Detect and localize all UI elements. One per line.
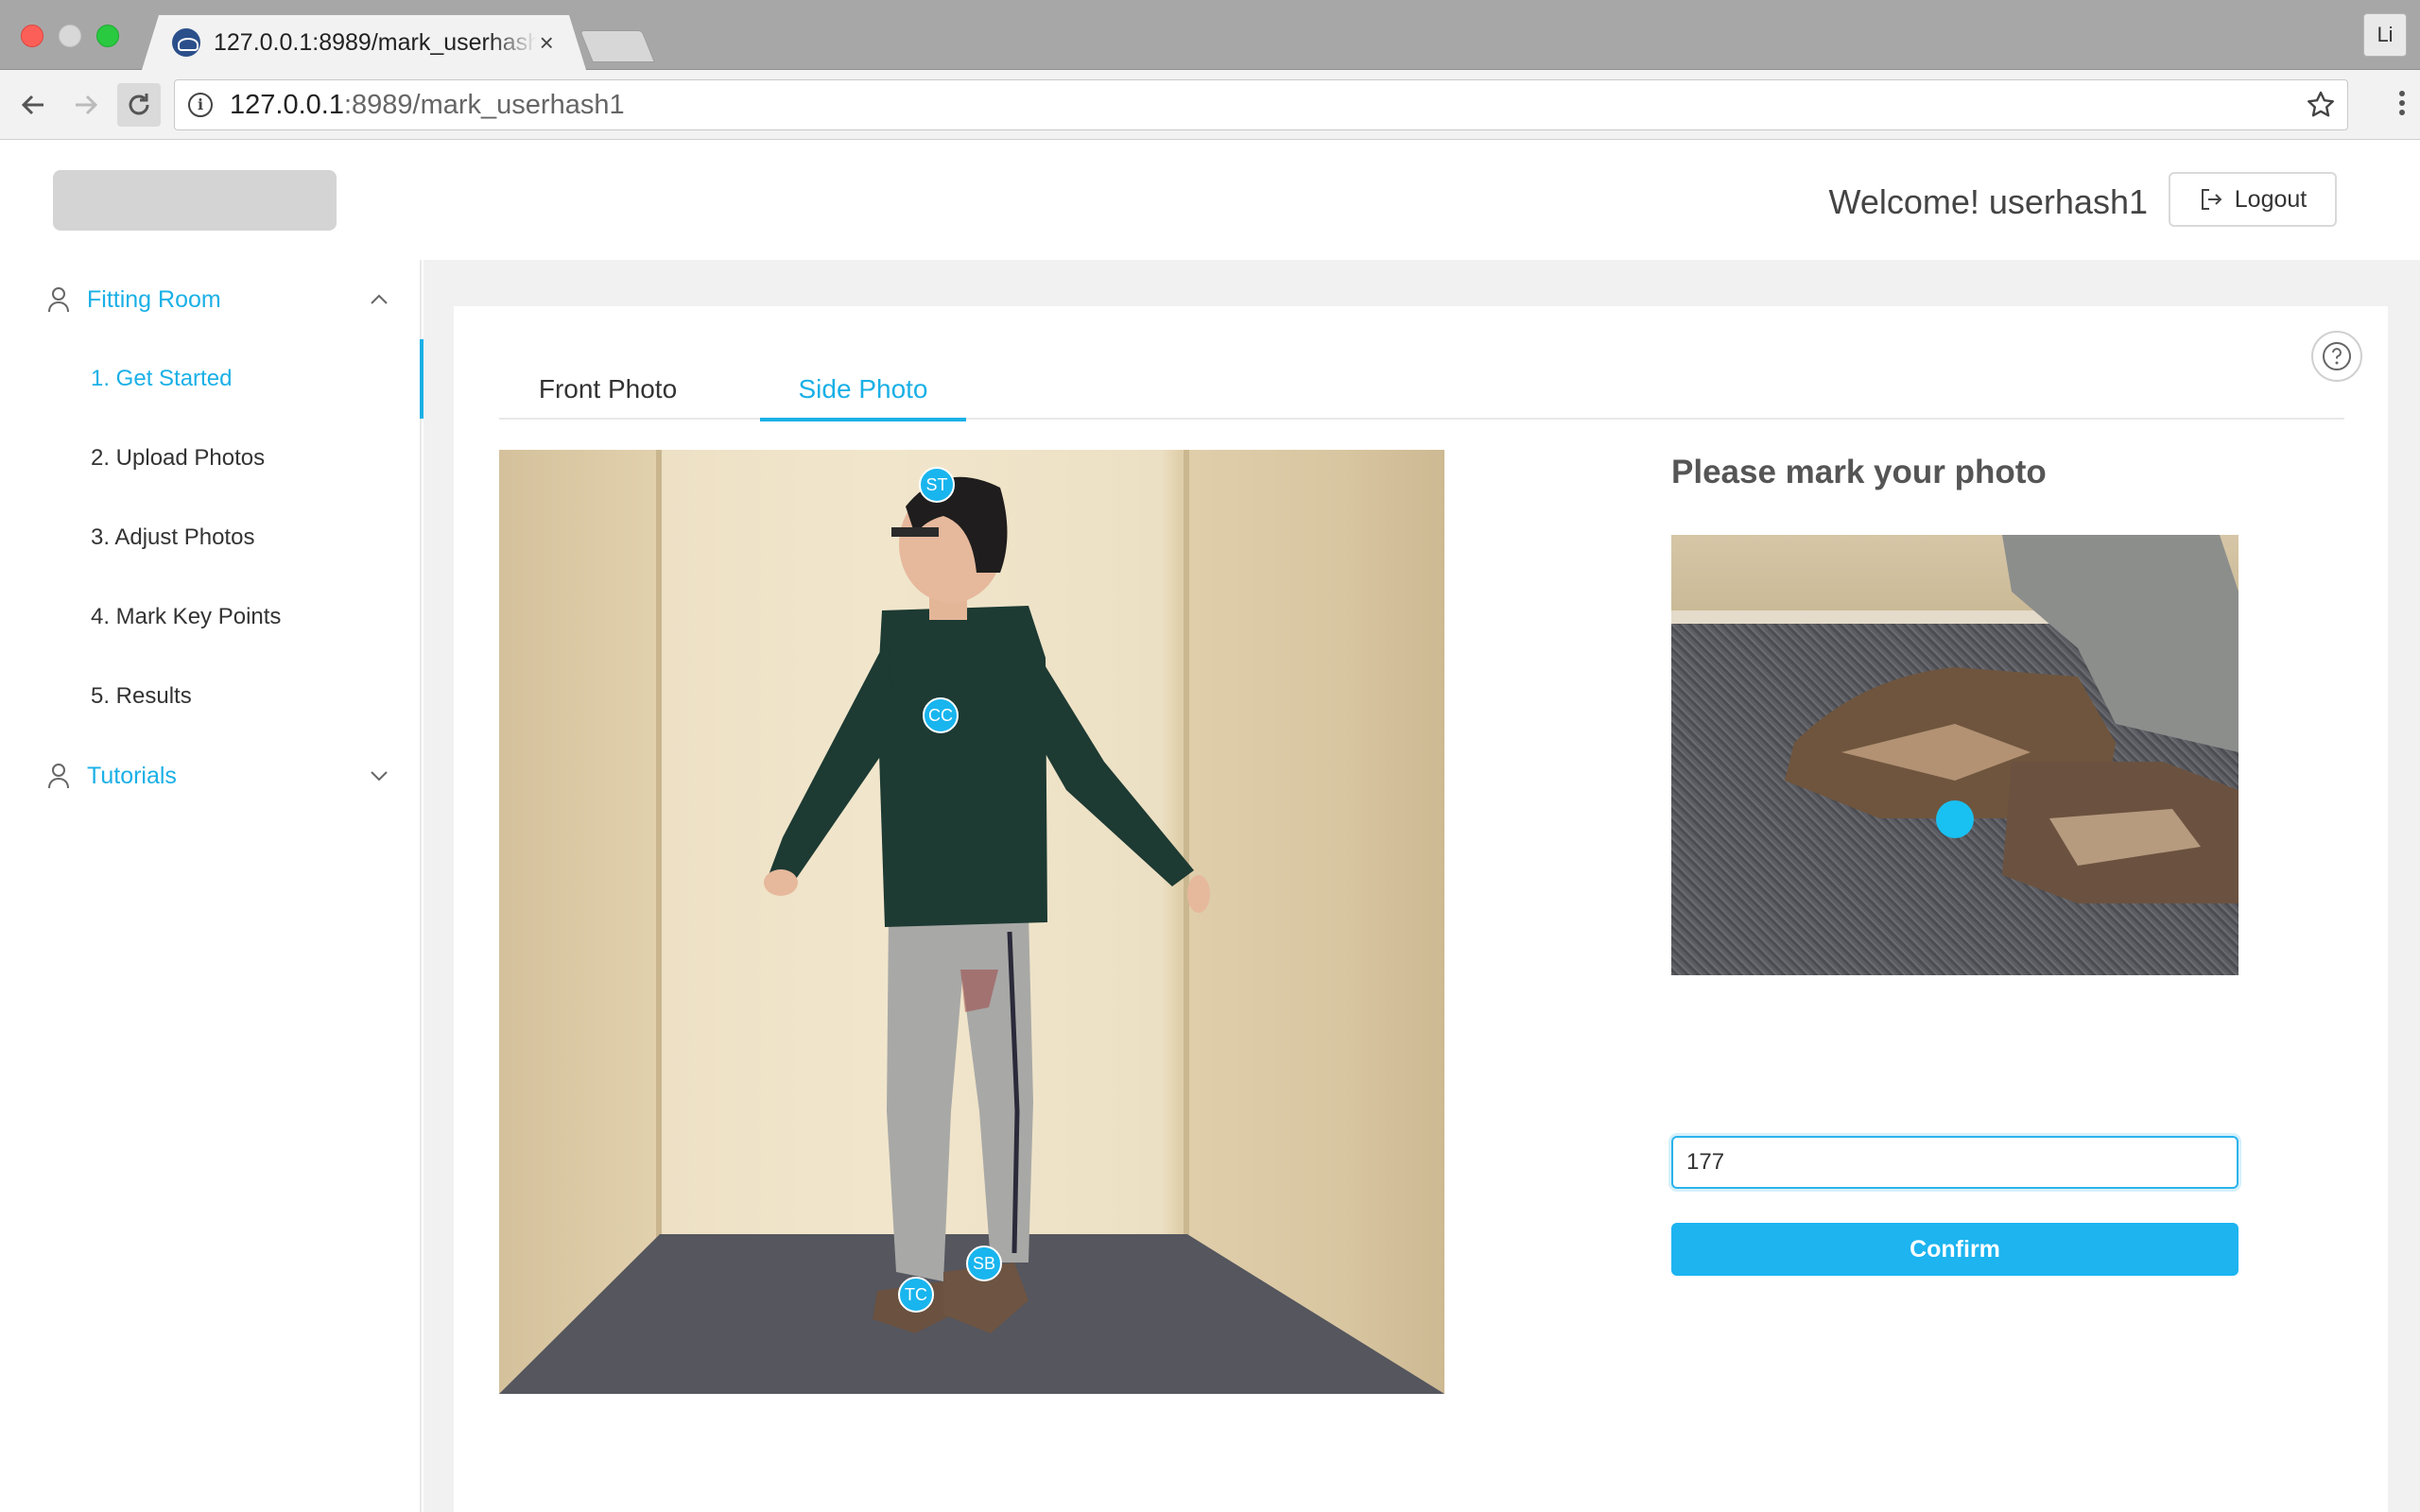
confirm-button[interactable]: Confirm	[1671, 1223, 2238, 1276]
logo	[53, 170, 337, 231]
sidebar-item-mark-key-points[interactable]: 4. Mark Key Points	[0, 577, 422, 657]
tab-title: 127.0.0.1:8989/mark_userhash1	[214, 28, 538, 56]
sidebar-item-upload-photos[interactable]: 2. Upload Photos	[0, 419, 422, 498]
sidebar: Fitting Room 1. Get Started 2. Upload Ph…	[0, 260, 424, 1512]
sidebar-group-label: Fitting Room	[87, 285, 221, 313]
sidebar-group-fitting-room[interactable]: Fitting Room	[0, 260, 420, 339]
browser-tab-bar: 127.0.0.1:8989/mark_userhash1 × Li	[0, 0, 2420, 70]
url-path: :8989/mark_userhash1	[343, 89, 625, 120]
url-host: 127.0.0.1	[230, 89, 344, 120]
sidebar-item-results[interactable]: 5. Results	[0, 657, 422, 736]
back-arrow-icon	[21, 94, 43, 115]
sidebar-group-tutorials[interactable]: Tutorials	[0, 736, 420, 816]
reload-icon	[129, 94, 149, 115]
sidebar-item-get-started[interactable]: 1. Get Started	[0, 339, 424, 419]
forward-arrow-icon	[76, 94, 98, 115]
maximize-window-button[interactable]	[96, 25, 119, 47]
minimize-window-button[interactable]	[59, 25, 81, 47]
reload-button[interactable]	[117, 83, 161, 127]
keypoint-sb[interactable]: SB	[966, 1246, 1002, 1281]
address-bar[interactable]: i 127.0.0.1:8989/mark_userhash1	[174, 79, 2348, 130]
menu-dots-icon[interactable]	[2399, 91, 2407, 119]
favicon-icon	[172, 28, 200, 57]
height-input[interactable]	[1671, 1136, 2238, 1189]
logout-button[interactable]: Logout	[2169, 172, 2337, 227]
keypoint-tc[interactable]: TC	[898, 1277, 934, 1313]
keypoint-st[interactable]: ST	[919, 467, 955, 503]
logout-label: Logout	[2234, 185, 2308, 213]
photo-tabs: Front Photo Side Photo	[499, 359, 2344, 421]
tab-side-photo[interactable]: Side Photo	[760, 359, 966, 421]
browser-toolbar: i 127.0.0.1:8989/mark_userhash1	[0, 70, 2420, 140]
tab-close-icon[interactable]: ×	[537, 30, 556, 55]
sidebar-item-adjust-photos[interactable]: 3. Adjust Photos	[0, 498, 422, 577]
logout-icon	[2201, 189, 2222, 210]
user-icon	[48, 287, 69, 313]
welcome-text: Welcome! userhash1	[1828, 182, 2149, 221]
user-icon	[48, 764, 69, 789]
info-icon[interactable]: i	[188, 93, 213, 117]
browser-tab[interactable]: 127.0.0.1:8989/mark_userhash1 ×	[142, 15, 586, 70]
tab-front-photo[interactable]: Front Photo	[499, 359, 717, 420]
sidebar-group-label: Tutorials	[87, 762, 177, 789]
zoom-preview[interactable]	[1671, 535, 2238, 975]
zoom-marker[interactable]	[1936, 800, 1974, 838]
forward-button[interactable]	[64, 83, 108, 127]
new-tab-button[interactable]	[579, 30, 655, 62]
app-header: Welcome! userhash1 Logout	[0, 141, 2420, 260]
back-button[interactable]	[11, 83, 55, 127]
side-photo[interactable]: ST CC SB TC	[499, 450, 1444, 1394]
keypoint-cc[interactable]: CC	[923, 697, 959, 733]
star-icon[interactable]	[2306, 90, 2336, 120]
zoom-shoes	[1785, 535, 2238, 903]
chevron-up-icon	[371, 294, 388, 304]
chevron-down-icon	[371, 771, 388, 782]
mark-title: Please mark your photo	[1671, 454, 2047, 490]
close-window-button[interactable]	[21, 25, 43, 47]
profile-button[interactable]: Li	[2363, 13, 2407, 57]
